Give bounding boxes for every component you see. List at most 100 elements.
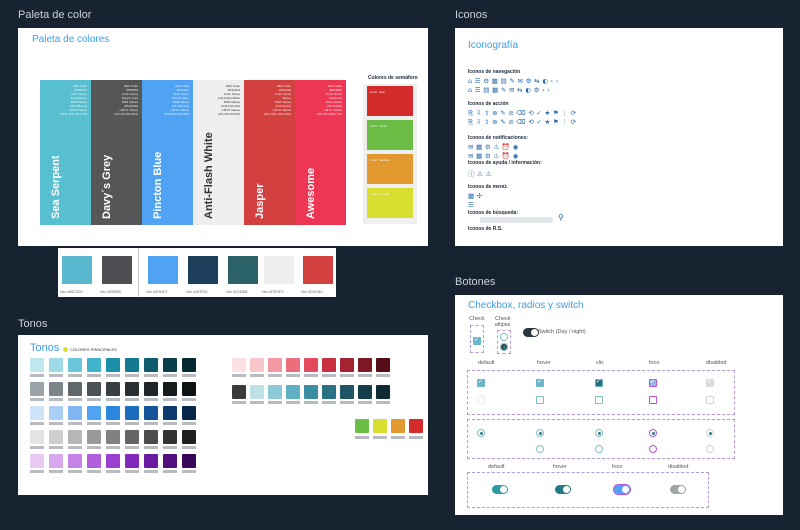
tone-label: [391, 436, 405, 439]
tone-swatch: [106, 358, 120, 372]
radio-checked[interactable]: [595, 429, 603, 437]
tone-swatch: [49, 358, 63, 372]
tone-label: [286, 374, 300, 377]
tone-swatch: [163, 406, 177, 420]
palette-meta: HEX Code #4FA3F2 Color Name Pincton Blue RGB…: [164, 84, 189, 116]
radio-unchecked[interactable]: [595, 445, 603, 453]
palette-meta-line: (0%,78%,65%,7%): [316, 112, 342, 116]
toggle-switch-2[interactable]: [613, 484, 631, 495]
radio-checked[interactable]: [536, 429, 544, 437]
palette-color-name: Anti-Flash White: [203, 132, 215, 219]
semaphore-box-0: Color: Rojo: [367, 86, 413, 116]
tone-label: [68, 422, 82, 425]
palette-color-name: Davy´s Grey: [101, 154, 113, 219]
toggle-switch-1[interactable]: [555, 485, 571, 494]
radio-sample-on[interactable]: [500, 343, 508, 351]
tone-label: [322, 401, 336, 404]
search-field[interactable]: [480, 217, 553, 223]
palette-color-1: HEX Code #555658 Color Name Davy's Grey RGB …: [91, 80, 142, 225]
switch-label: Switch (Day / night): [538, 329, 586, 335]
tone-label: [68, 374, 82, 377]
semaphore-box-1: Color: Verde: [367, 120, 413, 150]
check-sample[interactable]: [473, 336, 481, 345]
semaphore-label: Color: Naranja: [370, 158, 390, 162]
tone-swatch: [30, 406, 44, 420]
tone-swatch: [322, 358, 336, 372]
legend-dot: [63, 347, 68, 352]
semaphore-label: Color: Rojo: [370, 90, 386, 94]
tone-label: [68, 446, 82, 449]
icon-group-label: Iconos de menú:: [468, 184, 508, 190]
checkbox-checked[interactable]: [477, 378, 485, 387]
tone-swatch: [30, 382, 44, 396]
checkbox-checked[interactable]: [595, 378, 603, 387]
tone-swatch: [125, 454, 139, 468]
tone-label: [376, 374, 390, 377]
tone-swatch: [87, 382, 101, 396]
checkbox-unchecked[interactable]: [649, 396, 657, 404]
tone-swatch: [340, 385, 354, 399]
radio-checked[interactable]: [649, 429, 657, 437]
search-icon[interactable]: ⚲: [558, 213, 564, 222]
tone-swatch: [125, 358, 139, 372]
tone-label: [250, 374, 264, 377]
tone-label: [409, 436, 423, 439]
tone-label: [376, 401, 390, 404]
swatch-label: Hex #555555: [100, 290, 121, 294]
tone-label: [322, 374, 336, 377]
palette-meta-line: (0%,70%,70%,18%): [264, 112, 291, 116]
tone-swatch: [106, 454, 120, 468]
tone-swatch: [358, 358, 372, 372]
day-night-switch[interactable]: [523, 328, 539, 337]
toggle-switch-3: [670, 485, 686, 494]
buttons-title: Checkbox, radios y switch: [468, 300, 584, 311]
tone-label: [355, 436, 369, 439]
tones-title: Tonos: [30, 342, 60, 354]
tone-label: [125, 398, 139, 401]
tone-label: [106, 422, 120, 425]
tone-swatch: [49, 430, 63, 444]
tone-label: [340, 374, 354, 377]
checkbox-unchecked[interactable]: [477, 396, 485, 404]
semaphore-box-2: Color: Naranja: [367, 154, 413, 184]
tone-label: [163, 374, 177, 377]
palette-color-name: Pincton Blue: [152, 151, 164, 219]
swatch-3: [188, 256, 218, 284]
radio-sample-off[interactable]: [500, 333, 508, 341]
toggle-switch-0[interactable]: [492, 485, 508, 494]
tone-label: [144, 470, 158, 473]
tone-label: [232, 401, 246, 404]
swatch-label: Hex #2C6368: [226, 290, 248, 294]
tone-swatch: [163, 358, 177, 372]
icon-row: ⎘ ⇩ ⇧ ⊕ ✎ ⊘ ⌫ ⟲ ✓ ★ ⚑ ⋮ ⟳: [468, 109, 577, 117]
tone-label: [163, 446, 177, 449]
semaphore-tone: [409, 419, 423, 433]
tone-label: [125, 422, 139, 425]
tone-label: [268, 401, 282, 404]
palette-meta: HEX Code #555658 Color Name Davy's Grey RGB …: [114, 84, 138, 116]
radio-checked: [706, 429, 714, 437]
tone-swatch: [163, 382, 177, 396]
radio-unchecked[interactable]: [649, 445, 657, 453]
tone-swatch: [106, 430, 120, 444]
tone-label: [144, 446, 158, 449]
tone-swatch: [30, 358, 44, 372]
tone-swatch: [304, 358, 318, 372]
tone-label: [87, 422, 101, 425]
checkbox-checked[interactable]: [649, 378, 657, 387]
swatch-6: [303, 256, 333, 284]
tone-label: [268, 374, 282, 377]
checkbox-unchecked[interactable]: [536, 396, 544, 404]
tone-label: [250, 401, 264, 404]
switch-state-header-foco: foco: [612, 464, 623, 470]
checkbox-checked[interactable]: [536, 378, 544, 387]
icon-group-label: Iconos de ayuda / información:: [468, 160, 542, 166]
tone-label: [30, 422, 44, 425]
radio-checked[interactable]: [477, 429, 485, 437]
radio-unchecked[interactable]: [536, 445, 544, 453]
checkbox-unchecked[interactable]: [595, 396, 603, 404]
tone-swatch: [232, 385, 246, 399]
tone-swatch: [30, 430, 44, 444]
palette-meta-line: (58%,11%,0%,17%): [60, 112, 87, 116]
palette-color-0: HEX Code #58BCD3 Color Name Sea Serpent RGB …: [40, 80, 91, 225]
